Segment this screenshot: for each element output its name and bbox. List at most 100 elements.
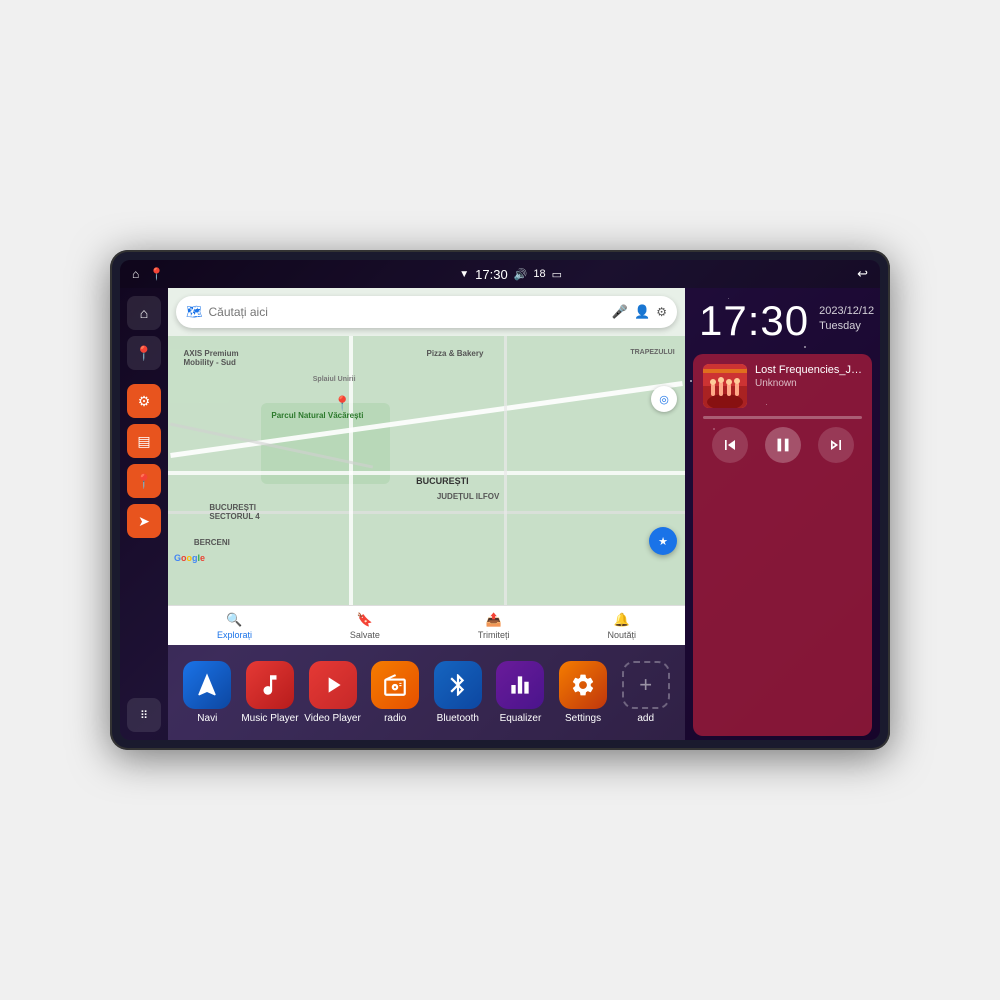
- map-search-input[interactable]: [209, 305, 606, 319]
- status-time: 17:30: [475, 267, 508, 282]
- settings-gear-icon: [570, 672, 596, 698]
- map-bottom-bar: 🔍 Explorați 🔖 Salvate 📤 Trimiteți �: [168, 605, 685, 645]
- center-content: 🗺 🎤 👤 ⚙: [168, 288, 685, 740]
- app-settings[interactable]: Settings: [553, 661, 613, 724]
- skip-next-icon: [826, 435, 846, 455]
- volume-icon: 🔊: [514, 268, 528, 281]
- skip-prev-icon: [720, 435, 740, 455]
- map-label-ilfov: JUDEȚUL ILFOV: [437, 492, 500, 501]
- sidebar-btn-nav[interactable]: ➤: [127, 504, 161, 538]
- home-icon: ⌂: [140, 305, 148, 321]
- map-label-pizza: Pizza & Bakery: [427, 349, 484, 358]
- status-right: ↩: [857, 266, 868, 282]
- saved-label: Salvate: [350, 630, 380, 640]
- bluetooth-icon-box: [434, 661, 482, 709]
- sidebar-btn-apps[interactable]: ⠿: [127, 698, 161, 732]
- radio-icon-box: [371, 661, 419, 709]
- map-label-trapez: TRAPEZULUI: [630, 349, 674, 356]
- album-art-image: [703, 364, 747, 408]
- apps-grid-icon: ⠿: [140, 709, 148, 722]
- share-label: Trimiteți: [478, 630, 510, 640]
- music-progress-bar[interactable]: [703, 416, 862, 419]
- road-v2: [504, 336, 507, 605]
- map-background: AXIS PremiumMobility - Sud Pizza & Baker…: [168, 336, 685, 605]
- map-tab-saved[interactable]: 🔖 Salvate: [350, 612, 380, 640]
- locate-icon: ◎: [659, 393, 669, 406]
- music-title: Lost Frequencies_Janie...: [755, 364, 862, 376]
- next-button[interactable]: [818, 427, 854, 463]
- news-label: Noutăți: [608, 630, 637, 640]
- google-logo: Google: [174, 553, 205, 563]
- map-tab-share[interactable]: 📤 Trimiteți: [478, 612, 510, 640]
- navi-arrow-icon: [193, 671, 221, 699]
- pause-button[interactable]: [765, 427, 801, 463]
- main-content: ⌂ 📍 ⚙ ▤ 📍 ➤ ⠿: [120, 288, 880, 740]
- app-navi[interactable]: Navi: [177, 661, 237, 724]
- status-left: ⌂ 📍: [132, 267, 164, 281]
- clock-widget: 17:30 2023/12/12 Tuesday: [685, 288, 880, 350]
- settings-label: Settings: [565, 713, 601, 724]
- wifi-icon: ▼: [459, 269, 469, 280]
- app-equalizer[interactable]: Equalizer: [490, 661, 550, 724]
- settings-icon: ⚙: [138, 393, 151, 410]
- road-splaiul: [170, 381, 683, 458]
- map-label-berceni: BERCENI: [194, 538, 230, 547]
- add-plus-icon: +: [639, 672, 652, 698]
- sidebar-btn-location[interactable]: 📍: [127, 464, 161, 498]
- add-icon-box: +: [622, 661, 670, 709]
- maps-status-icon[interactable]: 📍: [149, 267, 164, 281]
- music-controls: [703, 427, 862, 463]
- map-fab-button[interactable]: ★: [649, 527, 677, 555]
- sidebar-btn-maps[interactable]: 📍: [127, 336, 161, 370]
- explore-icon: 🔍: [226, 612, 242, 628]
- map-locate-button[interactable]: ◎: [651, 386, 677, 412]
- equalizer-label: Equalizer: [500, 713, 542, 724]
- map-search-bar[interactable]: 🗺 🎤 👤 ⚙: [176, 296, 677, 328]
- files-icon: ▤: [137, 433, 150, 450]
- album-art: [703, 364, 747, 408]
- mic-icon[interactable]: 🎤: [612, 304, 628, 320]
- app-music-player[interactable]: Music Player: [240, 661, 300, 724]
- prev-button[interactable]: [712, 427, 748, 463]
- sidebar-btn-files[interactable]: ▤: [127, 424, 161, 458]
- map-label-splaiul: Splaiul Unirii: [313, 376, 356, 383]
- map-pin-park[interactable]: 📍: [333, 395, 350, 412]
- sidebar-btn-settings[interactable]: ⚙: [127, 384, 161, 418]
- battery-level: 18: [533, 268, 545, 280]
- nav-arrow-icon: ➤: [138, 513, 150, 530]
- clock-day: Tuesday: [819, 319, 874, 334]
- app-radio[interactable]: radio: [365, 661, 425, 724]
- map-tab-news[interactable]: 🔔 Noutăți: [608, 612, 637, 640]
- map-container[interactable]: 🗺 🎤 👤 ⚙: [168, 288, 685, 645]
- app-add[interactable]: + add: [616, 661, 676, 724]
- clock-time: 17:30: [699, 300, 809, 342]
- map-tab-explore[interactable]: 🔍 Explorați: [217, 612, 252, 640]
- home-status-icon[interactable]: ⌂: [132, 267, 139, 281]
- road-h2: [168, 471, 685, 475]
- equalizer-icon-box: [496, 661, 544, 709]
- settings-icon-box: [559, 661, 607, 709]
- google-maps-icon: 🗺: [186, 304, 203, 320]
- map-label-sector4: BUCUREȘTISECTORUL 4: [209, 503, 259, 521]
- music-note-icon: [257, 672, 283, 698]
- explore-label: Explorați: [217, 630, 252, 640]
- share-icon: 📤: [486, 612, 502, 628]
- video-play-icon: [320, 672, 346, 698]
- map-label-vacaresti: Parcul Natural Văcărești: [271, 411, 363, 420]
- app-bluetooth[interactable]: Bluetooth: [428, 661, 488, 724]
- video-player-label: Video Player: [304, 713, 361, 724]
- music-info: Lost Frequencies_Janie... Unknown: [703, 364, 862, 408]
- screen: ⌂ 📍 ▼ 17:30 🔊 18 ▭ ↩ ⌂ 📍: [120, 260, 880, 740]
- radio-wave-icon: [382, 672, 408, 698]
- radio-label: radio: [384, 713, 406, 724]
- location-icon: 📍: [135, 473, 152, 490]
- sidebar-btn-home[interactable]: ⌂: [127, 296, 161, 330]
- star-fab-icon: ★: [658, 535, 668, 548]
- right-panel: 17:30 2023/12/12 Tuesday: [685, 288, 880, 740]
- video-icon-box: [309, 661, 357, 709]
- map-label-axis: AXIS PremiumMobility - Sud: [184, 349, 239, 367]
- back-icon[interactable]: ↩: [857, 266, 868, 282]
- account-icon[interactable]: 👤: [634, 304, 650, 320]
- app-video-player[interactable]: Video Player: [303, 661, 363, 724]
- more-icon[interactable]: ⚙: [656, 305, 667, 319]
